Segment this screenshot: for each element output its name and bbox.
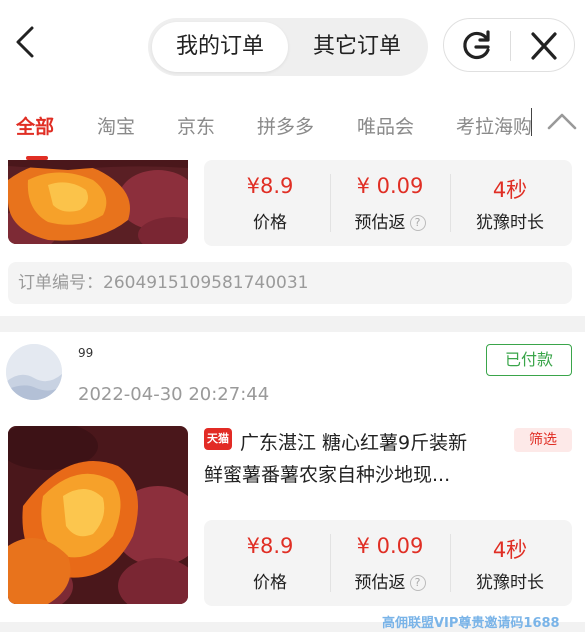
miniapp-capsule	[443, 18, 575, 72]
tab-other-orders[interactable]: 其它订单	[290, 22, 424, 72]
tab-all[interactable]: 全部	[16, 112, 54, 139]
order-card[interactable]: ¥8.9 价格 ¥ 0.09 预估返? 4秒 犹豫时长 订单编号：2604915…	[0, 160, 585, 316]
order-stats: ¥8.9 价格 ¥ 0.09 预估返? 4秒 犹豫时长	[204, 520, 572, 606]
order-stats: ¥8.9 价格 ¥ 0.09 预估返? 4秒 犹豫时长	[204, 160, 572, 246]
chevron-up-icon[interactable]	[545, 106, 579, 136]
back-arrow-icon[interactable]	[10, 22, 40, 62]
order-card[interactable]: 99 2022-04-30 20:27:44 已付款 天猫 广东湛江 糖心红薯9…	[0, 332, 585, 622]
status-badge: 已付款	[486, 344, 572, 376]
hesitation-value: 4秒	[492, 538, 528, 562]
watermark: 高佣联盟VIP尊贵邀请码1688	[382, 616, 560, 631]
product-title-line-1[interactable]: 广东湛江 糖心红薯9斤装新	[240, 428, 467, 455]
hesitation-label: 犹豫时长	[476, 573, 544, 593]
close-icon[interactable]	[522, 25, 566, 67]
tab-vipshop[interactable]: 唯品会	[357, 112, 414, 139]
rebate-value: ¥ 0.09	[356, 534, 424, 558]
stat-hesitation: 4秒 犹豫时长	[450, 160, 570, 246]
rebate-label-row: 预估返?	[330, 208, 450, 233]
tab-my-orders[interactable]: 我的订单	[152, 22, 288, 72]
product-title-line-2[interactable]: 鲜蜜薯番薯农家自种沙地现...	[204, 460, 450, 487]
stat-rebate: ¥ 0.09 预估返?	[330, 520, 450, 606]
top-bar: 我的订单 其它订单	[0, 0, 585, 88]
rebate-label-row: 预估返?	[330, 568, 450, 593]
stat-hesitation: 4秒 犹豫时长	[450, 520, 570, 606]
stat-price: ¥8.9 价格	[210, 160, 330, 246]
product-image[interactable]	[8, 160, 188, 244]
order-time: 2022-04-30 20:27:44	[78, 384, 270, 405]
help-icon[interactable]: ?	[409, 215, 426, 231]
stat-rebate: ¥ 0.09 预估返?	[330, 160, 450, 246]
platform-tabs: 全部 淘宝 京东 拼多多 唯品会 考拉海购	[0, 88, 585, 160]
avatar[interactable]	[6, 344, 62, 400]
capsule-divider	[510, 31, 511, 61]
tab-jd[interactable]: 京东	[177, 112, 215, 139]
hesitation-label: 犹豫时长	[476, 213, 544, 233]
product-image[interactable]	[8, 426, 188, 604]
rebate-label: 预估返	[354, 213, 406, 233]
stat-price: ¥8.9 价格	[210, 520, 330, 606]
price-label: 价格	[253, 573, 287, 593]
price-label: 价格	[253, 213, 287, 233]
text-cursor	[531, 108, 532, 136]
tmall-badge: 天猫	[204, 428, 232, 450]
hesitation-value: 4秒	[492, 178, 528, 202]
price-value: ¥8.9	[246, 174, 294, 198]
order-number[interactable]: 订单编号：2604915109581740031	[8, 262, 572, 304]
tab-taobao[interactable]: 淘宝	[97, 112, 135, 139]
refresh-icon[interactable]	[454, 25, 498, 67]
rebate-label: 预估返	[354, 573, 406, 593]
username: 99	[78, 346, 94, 360]
price-value: ¥8.9	[246, 534, 294, 558]
order-type-switch: 我的订单 其它订单	[148, 18, 428, 76]
tab-pinduoduo[interactable]: 拼多多	[257, 112, 314, 139]
tab-kaola[interactable]: 考拉海购	[456, 112, 531, 139]
filter-tag[interactable]: 筛选	[514, 428, 572, 452]
help-icon[interactable]: ?	[409, 575, 426, 591]
rebate-value: ¥ 0.09	[356, 174, 424, 198]
